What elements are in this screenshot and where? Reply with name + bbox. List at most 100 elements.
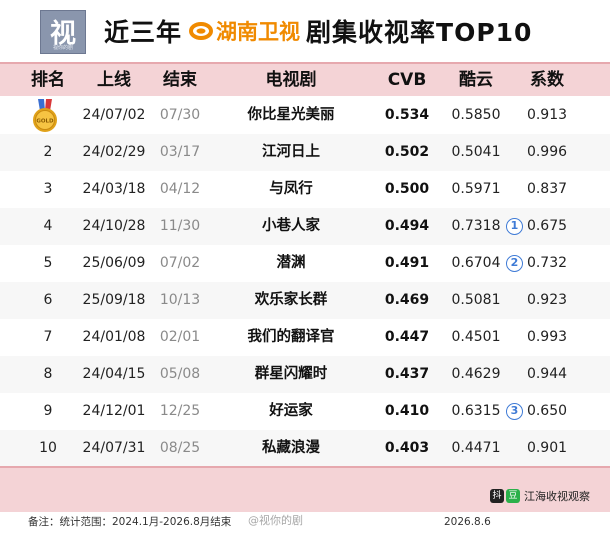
cell-kuyun: 0.4471 [451, 440, 501, 456]
cell-rank: 4 [43, 218, 53, 234]
cell-kuyun: 0.6704 [451, 255, 501, 271]
cell-kuyun: 0.5850 [451, 107, 501, 123]
footnote: 备注：统计范围：2024.1月-2026.8月结束 [28, 516, 232, 528]
cell-title: 好运家 [269, 403, 313, 419]
cell-coef: 0.837 [526, 181, 568, 197]
cell-cvb: 0.500 [384, 181, 430, 197]
cell-coef: 0.993 [526, 329, 568, 345]
cell-start: 24/10/28 [82, 218, 146, 234]
cell-kuyun: 0.5971 [451, 181, 501, 197]
cell-kuyun: 0.4501 [451, 329, 501, 345]
cell-rank: 3 [43, 181, 53, 197]
cell-end: 12/25 [159, 403, 201, 419]
col-header-rank: 排名 [31, 70, 65, 90]
cell-start: 25/09/18 [82, 292, 146, 308]
table-row: 3 24/03/18 04/12 与凤行 0.500 0.5971 0.837 [0, 171, 610, 208]
table-row: 5 25/06/09 07/02 潜渊 0.491 0.6704 2 0.732 [0, 245, 610, 282]
cell-cvb: 0.502 [384, 144, 430, 160]
cell-coef: 0.996 [526, 144, 568, 160]
cell-end: 10/13 [159, 292, 201, 308]
medal-label: GOLD [36, 119, 54, 125]
cell-end: 07/30 [159, 107, 201, 123]
cell-title: 江河日上 [262, 144, 320, 160]
cell-title: 私藏浪漫 [262, 440, 320, 456]
cell-cvb: 0.491 [384, 255, 430, 271]
brand-badge: 抖 豆 江海收视观察 [490, 487, 590, 505]
cell-rank: 5 [43, 255, 53, 271]
cell-coef: 0.732 [526, 255, 568, 271]
cell-cvb: 0.494 [384, 218, 430, 234]
col-header-end: 结束 [163, 70, 197, 90]
cell-kuyun: 0.7318 [451, 218, 501, 234]
table-row: 2 24/02/29 03/17 江河日上 0.502 0.5041 0.996 [0, 134, 610, 171]
cell-kuyun: 0.6315 [451, 403, 501, 419]
douyin-icon: 抖 [490, 489, 504, 503]
mango-tv-logo-icon [189, 22, 214, 40]
page-title: 近三年 湖南卫视 剧集收视率TOP10 [104, 14, 532, 48]
col-header-kuyun: 酷云 [459, 70, 493, 90]
publish-date: 2026.8.6 [444, 516, 491, 528]
cell-start: 24/01/08 [82, 329, 146, 345]
cell-cvb: 0.410 [384, 403, 430, 419]
table-row: 9 24/12/01 12/25 好运家 0.410 0.6315 3 0.65… [0, 393, 610, 430]
col-header-cvb: CVB [387, 70, 427, 90]
cell-start: 24/07/31 [82, 440, 146, 456]
logo-subtitle: 视你的剧 [52, 45, 73, 51]
cell-rank: 6 [43, 292, 53, 308]
col-header-coef: 系数 [530, 70, 564, 90]
cell-rank: 10 [39, 440, 57, 456]
channel-logo: 湖南卫视 [188, 16, 300, 46]
account-logo: 视 视你的剧 [40, 10, 86, 54]
col-header-start: 上线 [97, 70, 131, 90]
cell-cvb: 0.534 [384, 107, 430, 123]
cell-rank: 8 [43, 366, 53, 382]
table-row: 10 24/07/31 08/25 私藏浪漫 0.403 0.4471 0.90… [0, 430, 610, 467]
cell-start: 24/03/18 [82, 181, 146, 197]
cell-coef: 0.923 [526, 292, 568, 308]
cell-start: 25/06/09 [82, 255, 146, 271]
cell-coef: 0.901 [526, 440, 568, 456]
cell-title: 潜渊 [276, 255, 306, 271]
page-header: 视 视你的剧 近三年 湖南卫视 剧集收视率TOP10 [0, 0, 610, 62]
cell-end: 11/30 [159, 218, 201, 234]
table-row: GOLD 24/07/02 07/30 你比星光美丽 0.534 0.5850 … [0, 97, 610, 134]
cell-start: 24/04/15 [82, 366, 146, 382]
brand-name: 江海收视观察 [524, 490, 590, 503]
douban-icon: 豆 [506, 489, 520, 503]
cell-coef: 0.675 [526, 218, 568, 234]
cell-title: 小巷人家 [262, 218, 320, 234]
cell-kuyun: 0.5041 [451, 144, 501, 160]
cell-coef: 0.944 [526, 366, 568, 382]
table-row: 8 24/04/15 05/08 群星闪耀时 0.437 0.4629 0.94… [0, 356, 610, 393]
cell-coef: 0.913 [526, 107, 568, 123]
cell-end: 02/01 [159, 329, 201, 345]
cell-title: 与凤行 [269, 181, 313, 197]
cell-kuyun: 0.4629 [451, 366, 501, 382]
cell-coef: 0.650 [526, 403, 568, 419]
cell-end: 05/08 [159, 366, 201, 382]
cell-start: 24/12/01 [82, 403, 146, 419]
cell-cvb: 0.469 [384, 292, 430, 308]
table-row: 4 24/10/28 11/30 小巷人家 0.494 0.7318 1 0.6… [0, 208, 610, 245]
cell-end: 04/12 [159, 181, 201, 197]
table-header: 排名 上线 结束 电视剧 CVB 酷云 系数 [0, 62, 610, 96]
watermark: @视你的剧 [248, 514, 303, 527]
channel-name: 湖南卫视 [216, 20, 301, 44]
cell-rank: 2 [43, 144, 53, 160]
cell-end: 03/17 [159, 144, 201, 160]
cell-cvb: 0.403 [384, 440, 430, 456]
title-prefix: 近三年 [104, 18, 183, 47]
cell-title: 欢乐家长群 [254, 292, 328, 308]
title-suffix: 剧集收视率TOP10 [306, 18, 533, 47]
cell-title: 你比星光美丽 [247, 107, 335, 123]
table-row: 6 25/09/18 10/13 欢乐家长群 0.469 0.5081 0.92… [0, 282, 610, 319]
cell-cvb: 0.437 [384, 366, 430, 382]
cell-end: 07/02 [159, 255, 201, 271]
cell-rank: 9 [43, 403, 53, 419]
cell-end: 08/25 [159, 440, 201, 456]
cell-title: 群星闪耀时 [254, 366, 328, 382]
gold-medal-icon: GOLD [33, 99, 57, 132]
cell-start: 24/02/29 [82, 144, 146, 160]
cell-cvb: 0.447 [384, 329, 430, 345]
col-header-title: 电视剧 [265, 70, 317, 90]
